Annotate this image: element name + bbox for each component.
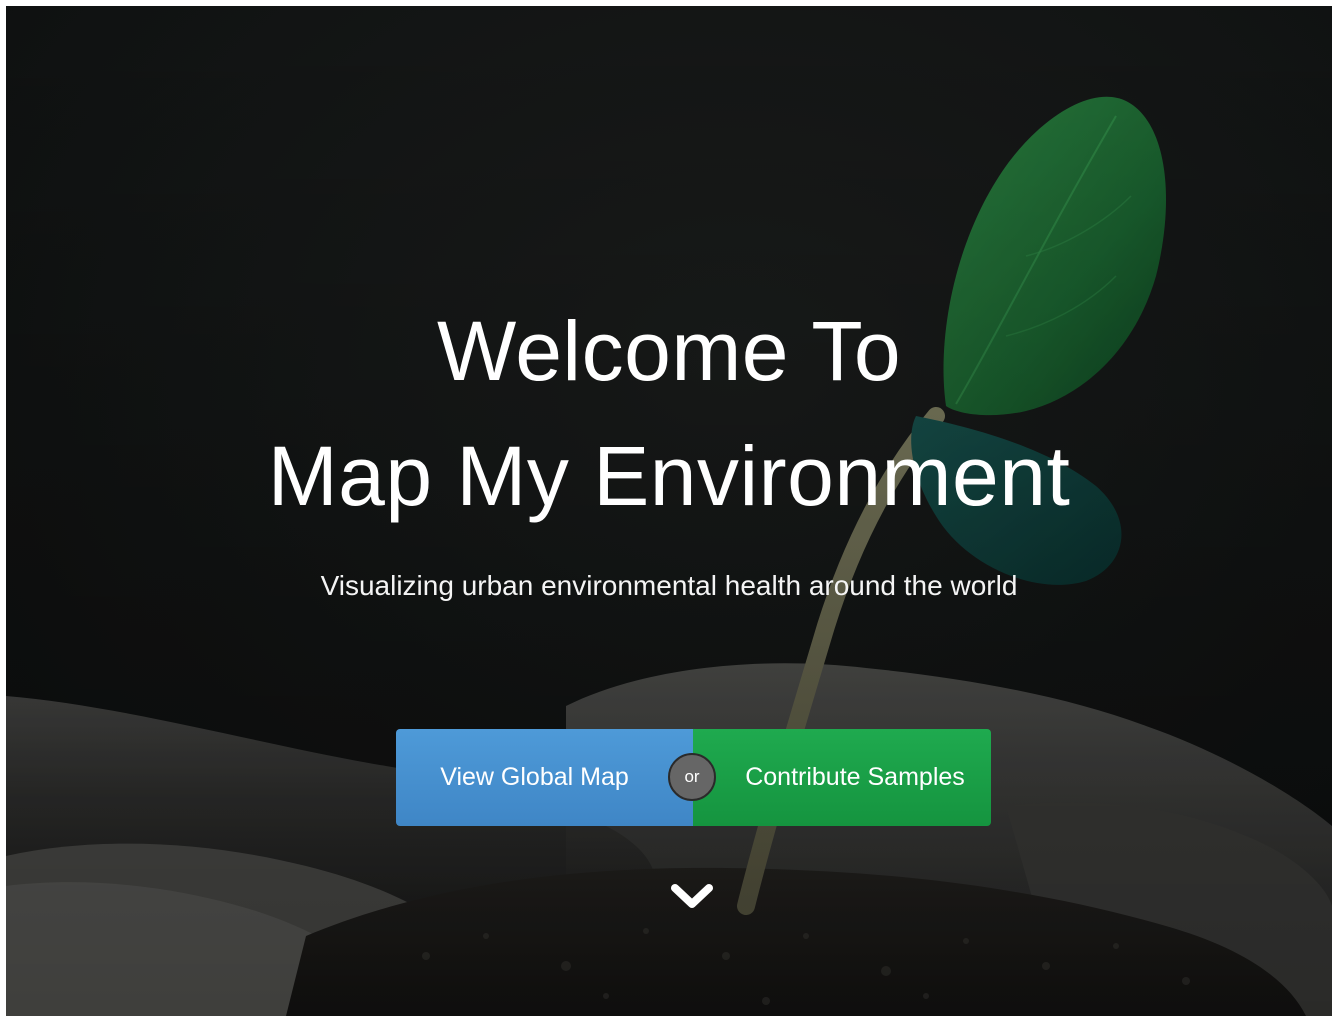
view-global-map-button[interactable]: View Global Map xyxy=(396,729,693,826)
hero-title-line-1: Welcome To xyxy=(436,304,902,398)
or-separator-badge: or xyxy=(668,753,716,801)
chevron-down-icon[interactable] xyxy=(669,882,715,912)
contribute-samples-button[interactable]: Contribute Samples xyxy=(693,729,991,826)
hero-title-line-2: Map My Environment xyxy=(267,429,1071,523)
hero-subtitle: Visualizing urban environmental health a… xyxy=(320,570,1018,601)
call-to-action-group: View Global Map Contribute Samples or xyxy=(396,729,991,826)
hero-section: Welcome To Map My Environment Visualizin… xyxy=(6,6,1332,1016)
